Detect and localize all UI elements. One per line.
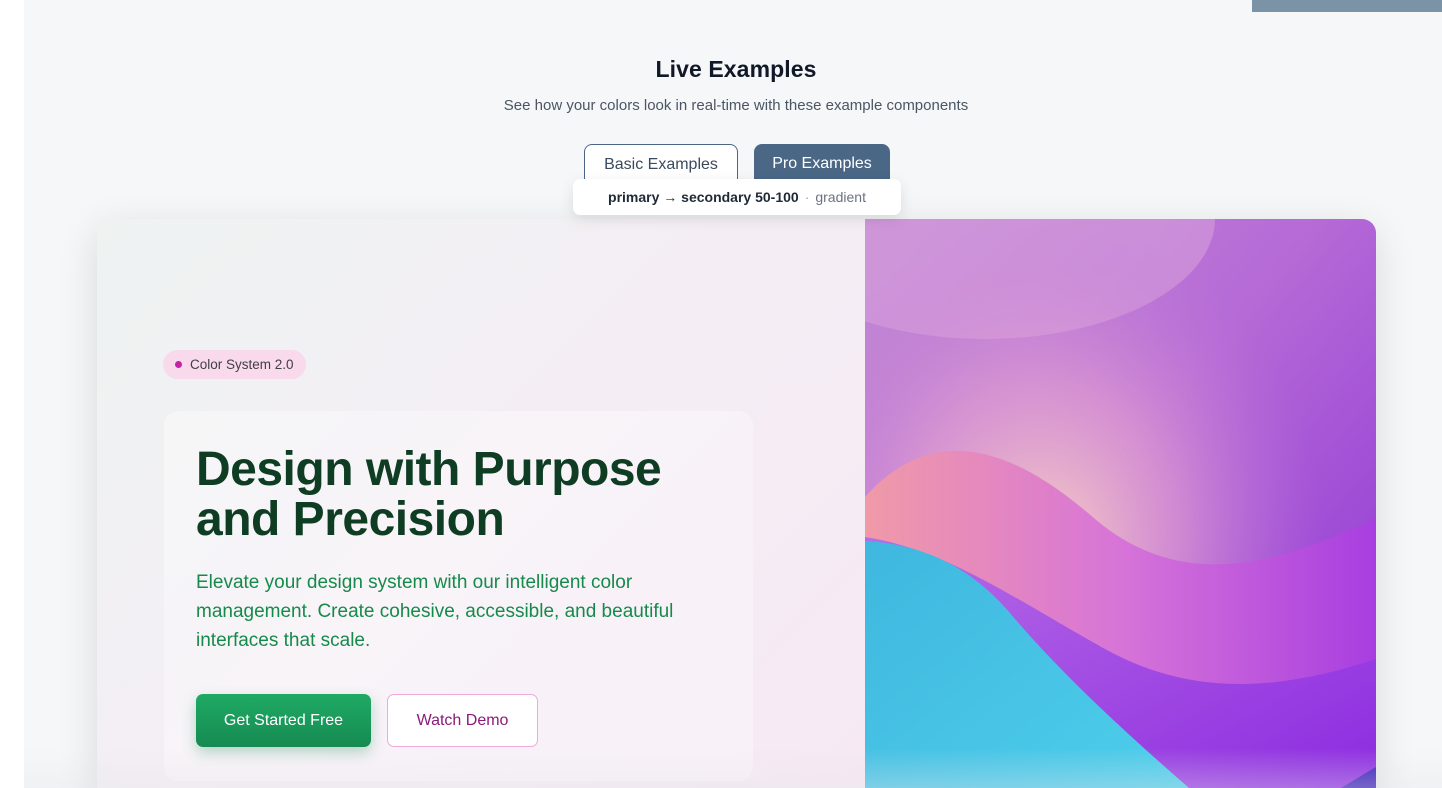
gradient-label: primary → secondary 50-100 [608,189,799,205]
corner-tab[interactable] [1252,0,1442,12]
hero-headline: Design with Purpose and Precision [196,445,736,545]
section-subtitle: See how your colors look in real-time wi… [503,97,969,114]
hero-preview-card: Color System 2.0 Design with Purpose and… [97,219,1376,788]
version-badge: Color System 2.0 [163,350,306,379]
badge-dot-icon [175,361,182,368]
left-edge [0,0,24,788]
tab-basic-examples[interactable]: Basic Examples [584,144,738,184]
hero-description: Elevate your design system with our inte… [196,572,674,651]
hero-text-panel: Design with Purpose and Precision Elevat… [164,411,753,781]
get-started-button[interactable]: Get Started Free [196,694,371,747]
section-title: Live Examples [655,56,817,82]
headline-line-1: Design with Purpose [196,443,662,496]
watch-demo-button[interactable]: Watch Demo [387,694,538,747]
tab-pro-examples[interactable]: Pro Examples [754,144,890,184]
gradient-separator: · [804,189,810,205]
headline-line-2: and Precision [196,493,505,546]
badge-label: Color System 2.0 [190,357,294,372]
gradient-type: gradient [815,189,866,205]
gradient-info-tooltip: primary → secondary 50-100 · gradient [573,179,901,215]
page: Live Examples See how your colors look i… [0,0,1442,788]
hero-abstract-image [865,219,1376,788]
hero-content-area: Color System 2.0 Design with Purpose and… [97,219,865,788]
